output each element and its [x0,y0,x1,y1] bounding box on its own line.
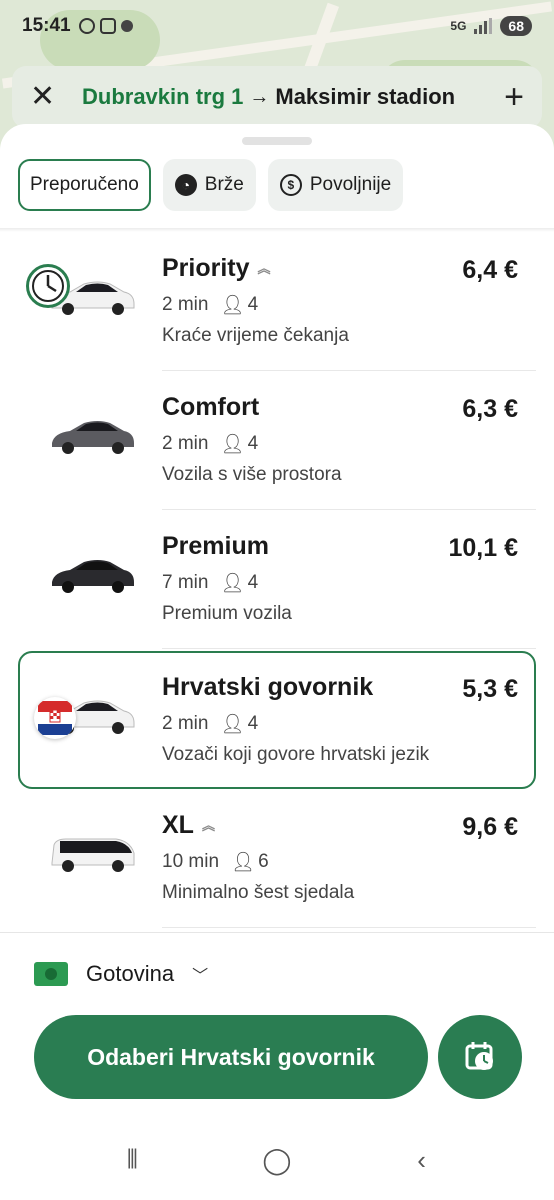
person-icon: 👤︎ [231,852,256,873]
option-name: Priority [162,254,250,282]
filter-recommended[interactable]: Preporučeno [18,159,151,211]
close-icon[interactable]: ✕ [30,82,66,112]
network-label: 5G [450,19,467,33]
option-name: Hrvatski govornik [162,673,374,701]
option-seats: 4 [247,572,259,593]
whatsapp-icon [78,18,95,34]
checkout-footer: Gotovina ﹀ Odaberi Hrvatski govornik ⦀ ◯… [0,932,554,1200]
car-icon [52,421,134,454]
ride-option-premium[interactable]: Premium 7 min 👤︎ 4 Premium vozila 10,1 € [18,510,536,649]
option-description: Premium vozila [162,603,292,624]
ride-option-priority[interactable]: Priority ︽ 2 min 👤︎ 4 Kraće vrijeme čekanj… [18,232,536,371]
home-icon[interactable]: ◯ [257,1145,297,1176]
option-description: Minimalno šest sjedala [162,882,355,903]
option-price: 6,4 € [462,256,518,284]
payment-method-selector[interactable]: Gotovina ﹀ [34,961,208,987]
option-price: 9,6 € [462,813,518,841]
option-eta: 2 min [162,433,209,454]
route-to: Maksimir stadion [275,84,456,109]
ride-options-list: Priority ︽ 2 min 👤︎ 4 Kraće vrijeme čekanj… [0,232,554,928]
dollar-icon: $ [279,174,302,196]
croatia-flag-icon [34,697,76,739]
option-description: Vozači koji govore hrvatski jezik [162,744,430,765]
add-stop-icon[interactable]: + [504,80,524,114]
option-eta: 7 min [162,572,209,593]
option-seats: 6 [258,851,269,872]
person-icon: 👤︎ [220,714,245,735]
filter-faster[interactable]: ◔ Brže [162,159,256,211]
arrow-right-icon: → [249,85,270,108]
option-eta: 2 min [162,713,209,734]
accessibility-icon [120,20,133,32]
back-icon[interactable]: ‹ [402,1145,442,1176]
option-name: Comfort [162,393,260,421]
option-seats: 4 [247,713,259,734]
sheet-handle[interactable] [242,137,312,145]
person-icon: 👤︎ [220,573,245,594]
ride-option-comfort[interactable]: Comfort 2 min 👤︎ 4 Vozila s više prostora… [18,371,536,510]
filter-label: Brže [204,174,244,195]
payment-method-label: Gotovina [86,961,175,986]
clock-icon [26,264,70,308]
boost-icon: ︽ [257,260,271,276]
notification-icons [78,18,133,34]
clock-icon: ◔ [174,174,197,196]
option-name: XL [162,811,194,839]
option-description: Kraće vrijeme čekanja [162,325,349,346]
option-eta: 10 min [162,851,220,872]
cash-icon [34,962,68,986]
option-price: 5,3 € [462,675,518,703]
schedule-ride-button[interactable] [438,1015,522,1099]
car-icon [51,838,135,872]
person-icon: 👤︎ [220,295,245,316]
option-seats: 4 [247,433,259,454]
person-icon: 👤︎ [220,434,245,455]
route-bar: ✕ Dubravkin trg 1 → Maksimir stadion + [12,66,542,128]
system-nav-bar: ⦀ ◯ ‹ [0,1120,554,1200]
screenshot-icon [99,18,116,34]
chevron-down-icon: ﹀ [192,968,209,985]
ride-option-xl[interactable]: XL ︽ 10 min 👤︎ 6 Minimalno šest sjedala 9,… [18,789,536,928]
select-ride-button[interactable]: Odaberi Hrvatski govornik [34,1015,428,1099]
status-bar: 15:41 5G 68 [0,0,554,52]
option-seats: 4 [247,294,259,315]
filter-label: Preporučeno [30,174,139,195]
recent-apps-icon[interactable]: ⦀ [112,1144,152,1176]
route-summary[interactable]: Dubravkin trg 1 → Maksimir stadion [66,84,504,110]
ride-option-hrvatski-govornik[interactable]: Hrvatski govornik 2 min 👤︎ 4 Vozači koji … [18,651,536,789]
option-name: Premium [162,532,269,560]
option-price: 6,3 € [462,395,518,423]
option-price: 10,1 € [448,534,518,562]
status-time: 15:41 [22,15,71,36]
filter-cheaper[interactable]: $ Povoljnije [267,159,404,211]
calendar-clock-icon [465,1042,493,1070]
option-description: Vozila s više prostora [162,464,342,485]
boost-icon: ︽ [201,817,215,833]
car-icon [52,560,134,593]
ride-options-sheet: Preporučeno ◔ Brže $ Povoljnije Priority… [0,124,554,1200]
route-from: Dubravkin trg 1 [82,84,244,109]
signal-icon [474,18,493,34]
option-eta: 2 min [162,294,209,315]
filter-chips: Preporučeno ◔ Brže $ Povoljnije [18,159,404,211]
battery-indicator: 68 [500,16,532,36]
filter-label: Povoljnije [309,174,392,195]
